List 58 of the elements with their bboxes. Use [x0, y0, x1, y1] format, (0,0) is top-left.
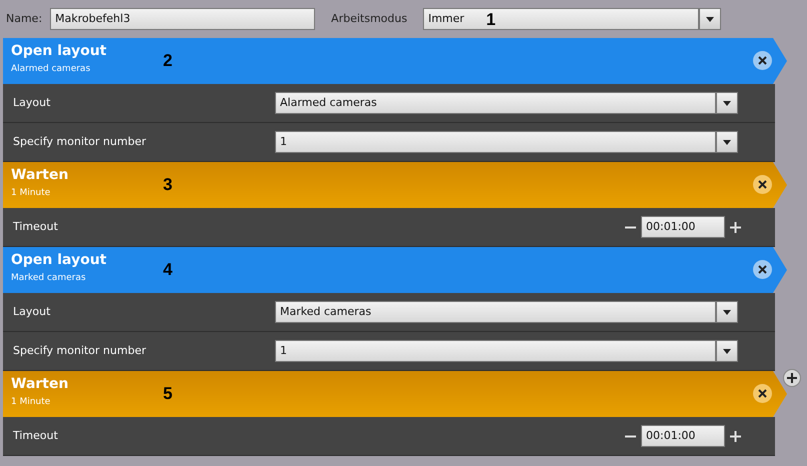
close-button[interactable]: [753, 51, 772, 70]
dropdown-field[interactable]: 1: [275, 131, 716, 153]
dropdown-field[interactable]: 1: [275, 340, 716, 362]
dropdown-button[interactable]: [699, 8, 722, 30]
field-label: Timeout: [13, 428, 59, 444]
dropdown-field[interactable]: Alarmed cameras: [275, 92, 716, 114]
step-subtitle: Alarmed cameras: [11, 63, 90, 76]
plus-icon: [730, 430, 741, 442]
field-label: Layout: [13, 94, 52, 111]
step-header[interactable]: Warten 1 Minute 5: [3, 371, 787, 417]
dropdown-button[interactable]: [716, 131, 738, 153]
increment-button[interactable]: [730, 430, 741, 442]
name-label: Name:: [6, 10, 42, 27]
caret-icon: [723, 140, 731, 144]
dropdown-button[interactable]: [716, 301, 738, 323]
close-icon: [758, 265, 767, 274]
caret-icon: [723, 100, 731, 106]
close-icon: [758, 56, 767, 65]
field-label: Specify monitor number: [13, 134, 147, 150]
time-field[interactable]: 00:01:00: [641, 425, 725, 447]
close-button[interactable]: [753, 175, 772, 194]
callout-number: 4: [163, 259, 172, 281]
callout-number: 2: [163, 50, 172, 72]
close-icon: [758, 180, 767, 189]
plus-icon: [730, 222, 741, 232]
close-button[interactable]: [753, 260, 772, 279]
field-label: Specify monitor number: [13, 342, 147, 359]
dropdown-value: Immer: [428, 11, 464, 27]
field-label: Timeout: [13, 218, 59, 235]
increment-button[interactable]: [730, 222, 741, 232]
step-subtitle: 1 Minute: [11, 187, 50, 200]
step-title: Open layout: [11, 42, 106, 61]
close-button[interactable]: [753, 384, 772, 403]
caret-icon: [723, 348, 731, 354]
name-field[interactable]: Makrobefehl3: [50, 8, 316, 30]
time-field[interactable]: 00:01:00: [641, 216, 725, 238]
caret-icon: [706, 16, 714, 22]
step-header[interactable]: Open layout Marked cameras 4: [3, 247, 787, 293]
dropdown-field[interactable]: Immer 1: [423, 8, 700, 30]
dropdown-button[interactable]: [716, 340, 738, 362]
step-title: Warten: [11, 166, 68, 185]
plus-icon: [787, 373, 797, 383]
close-icon: [758, 389, 767, 398]
step-subtitle: Marked cameras: [11, 272, 86, 285]
callout-number: 1: [486, 11, 496, 29]
step-subtitle: 1 Minute: [11, 396, 50, 409]
dropdown-field[interactable]: Marked cameras: [275, 301, 716, 323]
add-button[interactable]: [783, 369, 801, 387]
step-header[interactable]: Open layout Alarmed cameras 2: [3, 38, 787, 84]
step-title: Open layout: [11, 251, 106, 270]
caret-icon: [723, 310, 731, 314]
callout-number: 5: [163, 383, 172, 405]
callout-number: 3: [163, 174, 172, 196]
dropdown-button[interactable]: [716, 92, 738, 114]
mode-label: Arbeitsmodus: [331, 10, 408, 27]
step-header[interactable]: Warten 1 Minute 3: [3, 162, 787, 208]
step-title: Warten: [11, 375, 68, 394]
field-label: Layout: [13, 304, 52, 320]
